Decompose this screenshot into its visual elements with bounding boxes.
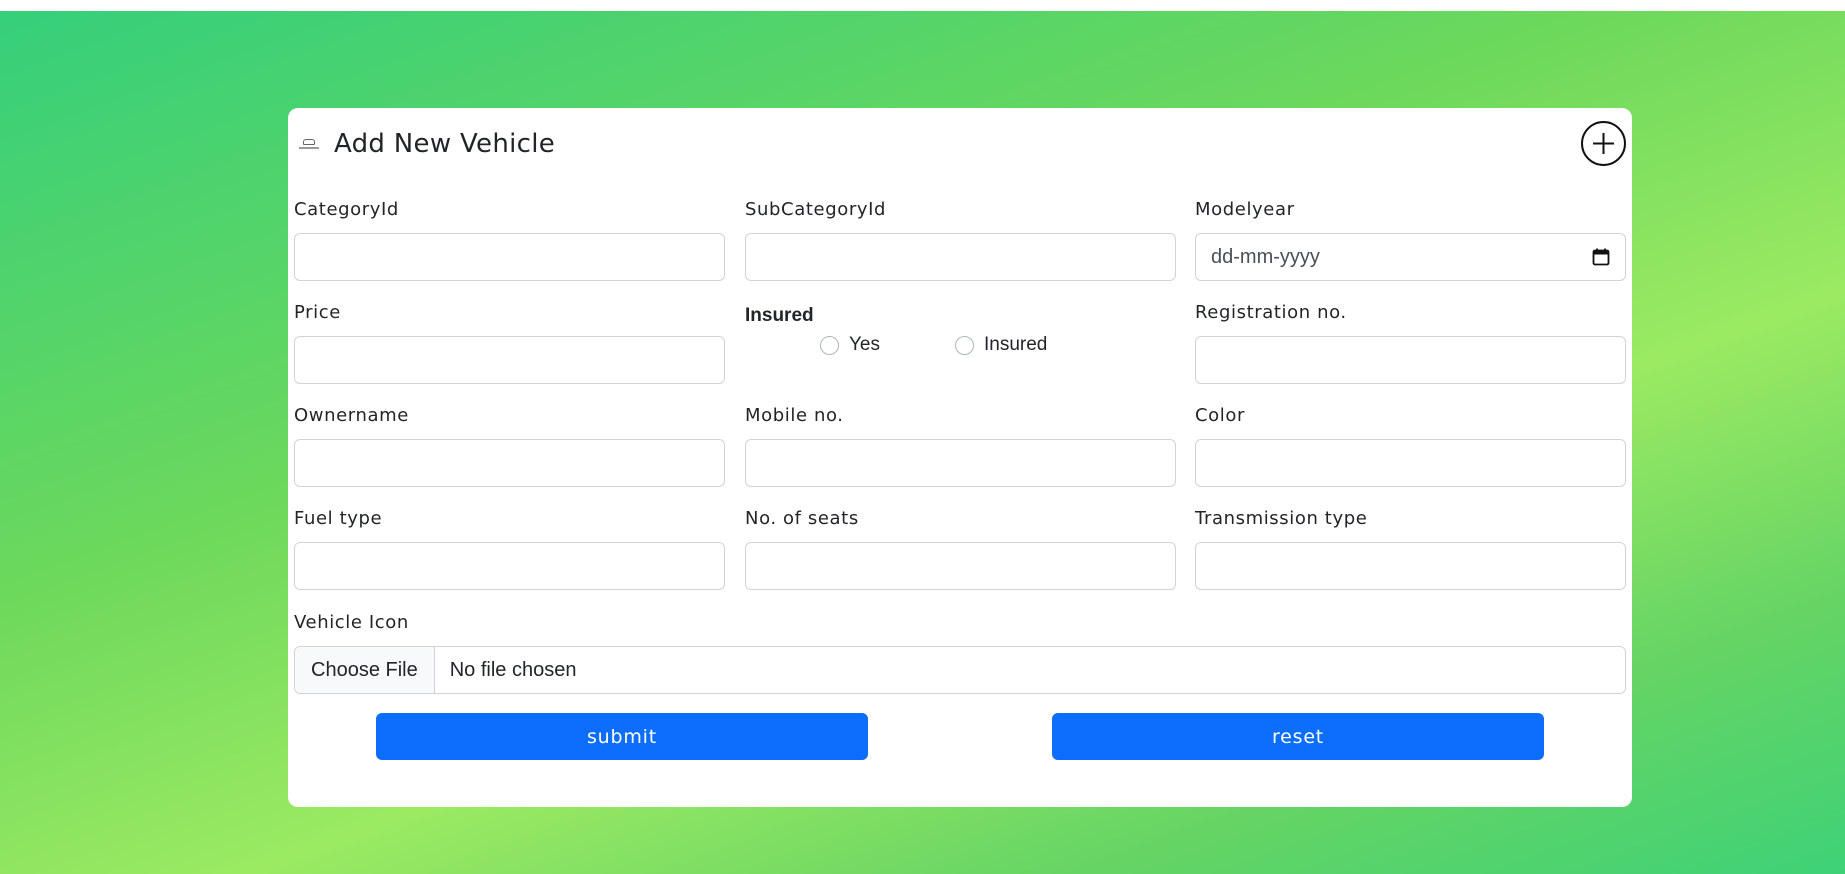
transmission-input[interactable] [1195,542,1626,590]
insured-option-insured[interactable]: Insured [955,334,1047,356]
choose-file-button[interactable]: Choose File [295,647,435,693]
mobile-input[interactable] [745,439,1176,487]
insured-insured-radio[interactable] [955,335,974,355]
vehicle-logo-icon [298,136,320,152]
category-input[interactable] [294,233,725,281]
insured-label: Insured [745,305,814,326]
insured-option-yes[interactable]: Yes [820,334,880,356]
transmission-label: Transmission type [1195,508,1368,529]
ownername-input[interactable] [294,439,725,487]
category-label: CategoryId [294,199,399,220]
submit-button[interactable]: submit [376,713,868,760]
insured-yes-label: Yes [849,334,880,355]
ownername-label: Ownername [294,405,409,426]
insured-insured-label: Insured [984,334,1048,355]
registration-label: Registration no. [1195,302,1347,323]
color-input[interactable] [1195,439,1626,487]
mobile-label: Mobile no. [745,405,844,426]
form-header: Add New Vehicle [298,124,555,164]
plus-circle-icon[interactable] [1581,121,1626,166]
fueltype-input[interactable] [294,542,725,590]
vehicle-icon-label: Vehicle Icon [294,612,409,633]
calendar-icon[interactable] [1592,248,1610,266]
subcategory-input[interactable] [745,233,1176,281]
fueltype-label: Fuel type [294,508,383,529]
file-status-text: No file chosen [449,658,577,681]
reset-button[interactable]: reset [1052,713,1544,760]
price-label: Price [294,302,341,323]
seats-label: No. of seats [745,508,859,529]
vehicle-icon-file-input[interactable]: Choose File No file chosen [294,646,1626,694]
form-title: Add New Vehicle [334,129,556,159]
modelyear-placeholder: dd-mm-yyyy [1211,245,1320,268]
modelyear-date-input[interactable]: dd-mm-yyyy [1195,233,1626,281]
registration-input[interactable] [1195,336,1626,384]
color-label: Color [1195,405,1245,426]
add-vehicle-form-card: Add New Vehicle CategoryId SubCategoryId… [288,108,1632,807]
insured-yes-radio[interactable] [820,335,839,355]
seats-input[interactable] [745,542,1176,590]
subcategory-label: SubCategoryId [745,199,887,220]
price-input[interactable] [294,336,725,384]
modelyear-label: Modelyear [1195,199,1295,220]
